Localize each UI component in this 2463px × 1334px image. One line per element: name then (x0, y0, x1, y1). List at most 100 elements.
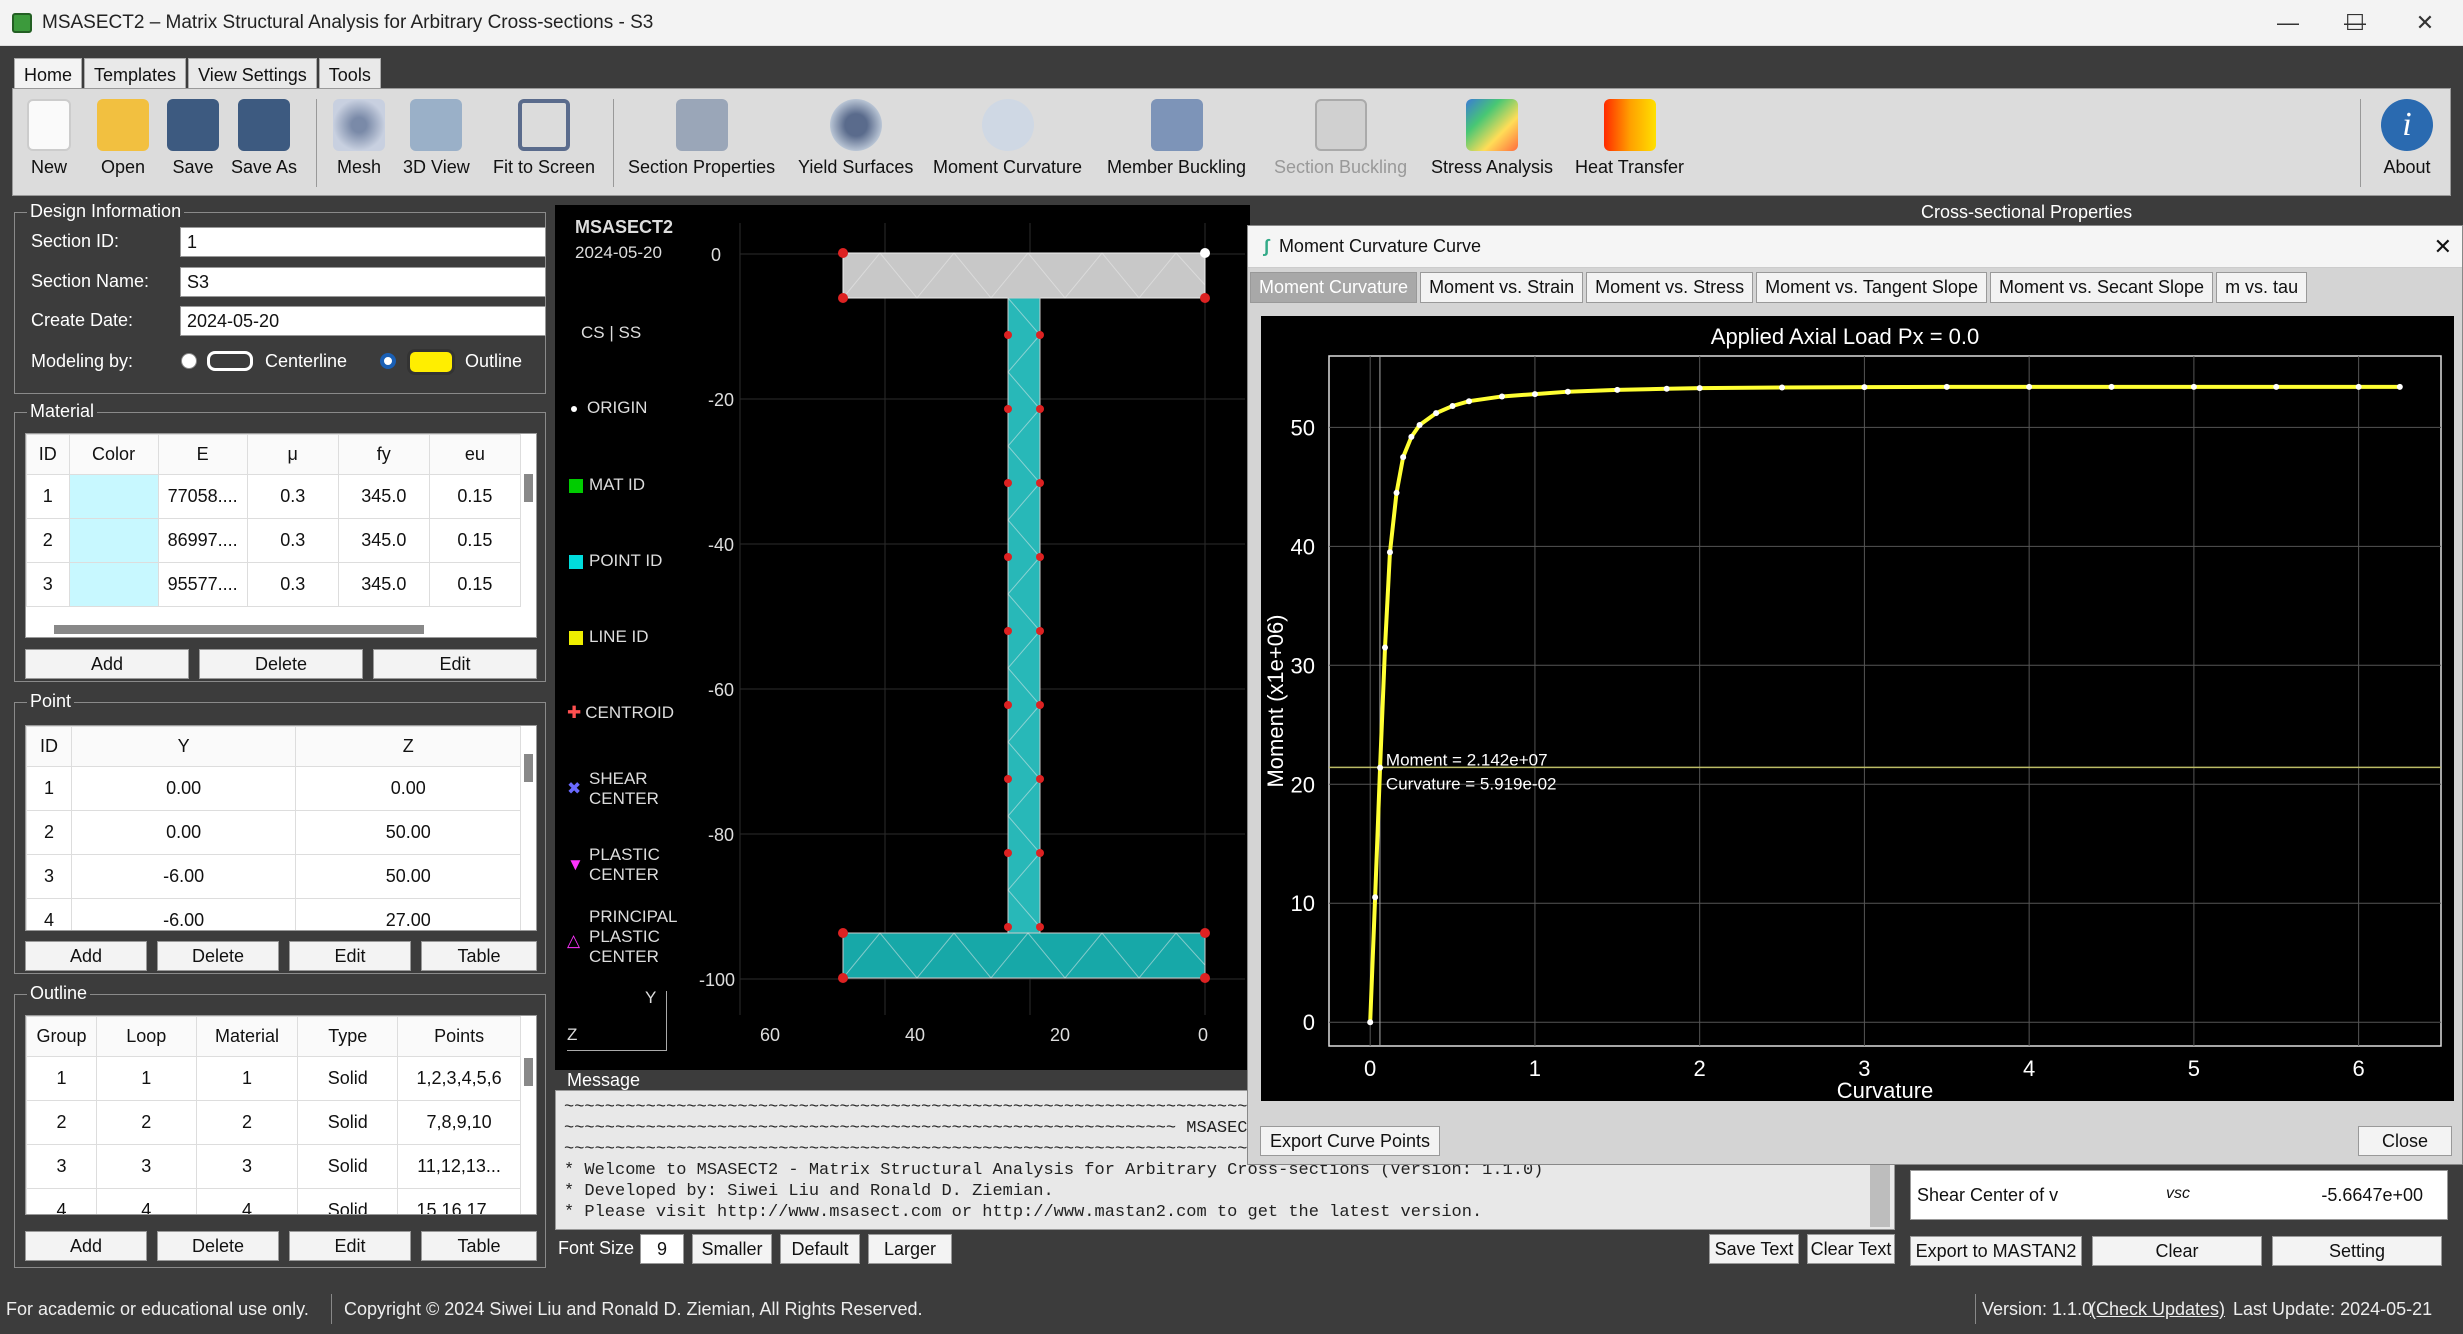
create-date-label: Create Date: (31, 310, 134, 330)
open-button[interactable]: Open (97, 99, 149, 178)
close-window-button[interactable]: ✕ (2390, 0, 2460, 46)
clear-text-button[interactable]: Clear Text (1807, 1234, 1895, 1264)
fit-to-screen-button[interactable]: Fit to Screen (493, 99, 595, 178)
material-cell: 345.0 (337, 474, 430, 519)
new-button[interactable]: New (27, 99, 71, 178)
table-row[interactable]: 1 1 1 Solid 1,2,3,4,5,6 (26, 1056, 521, 1101)
table-row[interactable]: 4 4 4 Solid 15,16,17... (26, 1188, 521, 1214)
table-row[interactable]: 3 95577.... 0.3 345.0 0.15 (26, 562, 522, 607)
section-name-field[interactable]: S3 (180, 267, 546, 297)
data-point (1564, 388, 1571, 395)
tab-moment-tangent[interactable]: Moment vs. Tangent Slope (1756, 272, 1987, 303)
export-mastan2-button[interactable]: Export to MASTAN2 (1910, 1236, 2082, 1266)
material-header: μ (246, 434, 339, 475)
section-properties-button[interactable]: Section Properties (628, 99, 775, 178)
open-label: Open (100, 157, 146, 177)
material-cell: 345.0 (337, 562, 430, 607)
props-clear-button[interactable]: Clear (2092, 1236, 2262, 1266)
point-cell: 0.00 (70, 766, 297, 811)
status-version: Version: 1.1.0 (1982, 1299, 2093, 1319)
props-setting-button[interactable]: Setting (2272, 1236, 2442, 1266)
new-label: New (30, 157, 67, 177)
save-text-button[interactable]: Save Text (1709, 1234, 1799, 1264)
material-header: Color (68, 434, 159, 475)
save-as-button[interactable]: Save As (231, 99, 297, 178)
check-updates-link[interactable]: (Check Updates) (2090, 1299, 2225, 1320)
material-hscrollbar[interactable] (54, 625, 424, 634)
3d-view-icon (410, 99, 463, 151)
outline-cell: 1 (26, 1056, 97, 1101)
props-row[interactable]: Shear Center of v vsc -5.6647e+00 (1910, 1170, 2448, 1220)
dialog-close-icon[interactable]: ✕ (2434, 234, 2452, 260)
section-viewport[interactable]: MSASECT2 2024-05-20 CS | SS ORIGIN MAT I… (555, 205, 1250, 1070)
outline-edit-button[interactable]: Edit (289, 1231, 411, 1261)
outline-delete-button[interactable]: Delete (157, 1231, 279, 1261)
point-scrollbar[interactable] (524, 754, 533, 782)
material-edit-button[interactable]: Edit (373, 649, 537, 679)
default-button[interactable]: Default (780, 1234, 860, 1264)
table-row[interactable]: 1 0.00 0.00 (26, 766, 521, 811)
outline-add-button[interactable]: Add (25, 1231, 147, 1261)
point-delete-button[interactable]: Delete (157, 941, 279, 971)
export-curve-points-button[interactable]: Export Curve Points (1260, 1126, 1440, 1156)
save-button[interactable]: Save (167, 99, 219, 178)
point-add-button[interactable]: Add (25, 941, 147, 971)
outline-cell: 1 (95, 1056, 197, 1101)
bottom-flange[interactable] (842, 932, 1206, 979)
about-button[interactable]: i About (2381, 99, 2433, 178)
moment-curvature-plot[interactable]: 0 1 2 3 4 5 6 0 10 20 30 40 50 Applied Axial Load Px … (1261, 316, 2454, 1103)
outline-radio[interactable] (380, 353, 396, 369)
top-flange[interactable] (842, 252, 1206, 299)
tab-moment-stress[interactable]: Moment vs. Stress (1586, 272, 1754, 303)
dialog-close-button[interactable]: Close (2358, 1126, 2452, 1156)
table-row[interactable]: 3 -6.00 50.00 (26, 854, 521, 899)
outline-cell: 15,16,17... (397, 1188, 521, 1214)
table-row[interactable]: 3 3 3 Solid 11,12,13... (26, 1144, 521, 1189)
minimize-button-ctl[interactable]: — (2253, 0, 2323, 46)
y-tick: 0 (711, 245, 722, 265)
table-row[interactable]: 2 0.00 50.00 (26, 810, 521, 855)
material-add-button[interactable]: Add (25, 649, 189, 679)
moment-curvature-button[interactable]: Moment Curvature (933, 99, 1082, 178)
section-buckling-button[interactable]: Section Buckling (1274, 99, 1407, 178)
point-edit-button[interactable]: Edit (289, 941, 411, 971)
yield-surfaces-button[interactable]: Yield Surfaces (798, 99, 913, 178)
material-color-cell[interactable] (68, 474, 159, 519)
outline-table-button[interactable]: Table (421, 1231, 537, 1261)
member-buckling-button[interactable]: Member Buckling (1107, 99, 1246, 178)
table-row[interactable]: 1 77058.... 0.3 345.0 0.15 (26, 474, 522, 519)
x-tick-label: 0 (1364, 1056, 1376, 1081)
3d-view-button[interactable]: 3D View (403, 99, 470, 178)
centerline-radio[interactable] (181, 353, 197, 369)
table-row[interactable]: 4 -6.00 27.00 (26, 898, 521, 930)
larger-button[interactable]: Larger (868, 1234, 952, 1264)
material-delete-button[interactable]: Delete (199, 649, 363, 679)
section-id-field[interactable]: 1 (180, 227, 546, 257)
web[interactable] (1007, 297, 1041, 939)
y-tick-label: 40 (1291, 534, 1315, 559)
tab-moment-secant[interactable]: Moment vs. Secant Slope (1989, 272, 2214, 303)
material-cell: 0.15 (428, 474, 522, 519)
outline-scrollbar[interactable] (524, 1058, 533, 1086)
mesh-button[interactable]: Mesh (333, 99, 385, 178)
table-row[interactable]: 2 2 2 Solid 7,8,9,10 (26, 1100, 521, 1145)
tab-moment-curvature[interactable]: Moment Curvature (1250, 272, 1418, 303)
table-row[interactable]: 2 86997.... 0.3 345.0 0.15 (26, 518, 522, 563)
material-color-cell[interactable] (68, 562, 159, 607)
smaller-button[interactable]: Smaller (692, 1234, 772, 1264)
maximize-button[interactable]: ☐ (2320, 0, 2390, 46)
outline-cell: 1 (195, 1056, 299, 1101)
heat-transfer-button[interactable]: Heat Transfer (1575, 99, 1684, 178)
tab-moment-strain[interactable]: Moment vs. Strain (1420, 272, 1584, 303)
stress-icon (1466, 99, 1519, 151)
stress-analysis-button[interactable]: Stress Analysis (1431, 99, 1553, 178)
create-date-field[interactable]: 2024-05-20 (180, 306, 546, 336)
tab-m-tau[interactable]: m vs. tau (2216, 272, 2308, 303)
material-scrollbar[interactable] (524, 474, 533, 502)
outline-cell: 4 (26, 1188, 97, 1214)
point-table-button[interactable]: Table (421, 941, 537, 971)
message-line: * Developed by: Siwei Liu and Ronald D. … (564, 1182, 1054, 1201)
material-color-cell[interactable] (68, 518, 159, 563)
font-size-field[interactable]: 9 (640, 1234, 684, 1264)
yield-label: Yield Surfaces (798, 157, 914, 177)
